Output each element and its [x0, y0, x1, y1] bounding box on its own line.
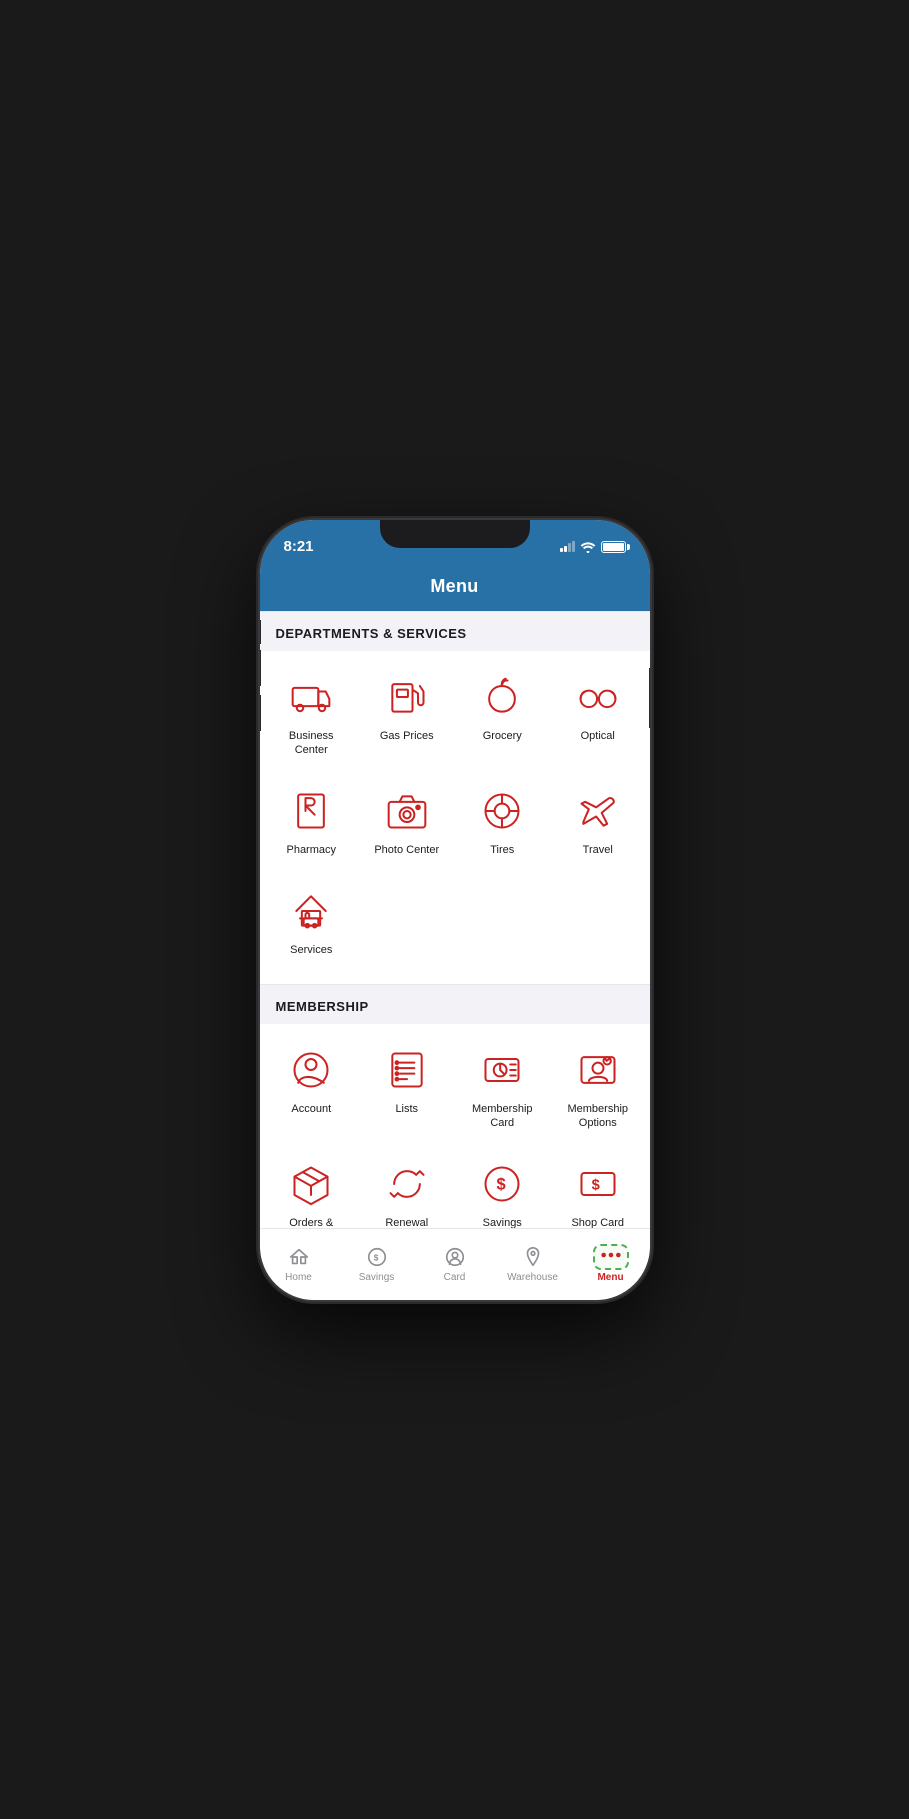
grid-item-tires[interactable]: Tires	[459, 775, 547, 867]
content-scroll[interactable]: DEPARTMENTS & SERVICES BusinessCenter	[260, 611, 650, 1228]
svg-text:$: $	[591, 1178, 599, 1194]
pharmacy-label: Pharmacy	[286, 843, 336, 857]
savings-label: Savings	[483, 1216, 522, 1227]
warehouse-tab-icon	[520, 1244, 546, 1270]
grid-item-grocery[interactable]: Grocery	[459, 661, 547, 768]
renewal-label: Renewal	[385, 1216, 428, 1227]
volume-down-button[interactable]	[260, 695, 261, 731]
grid-item-orders-receipts[interactable]: Orders &Receipts	[268, 1148, 356, 1227]
box-icon	[285, 1158, 337, 1210]
home-car-icon	[285, 885, 337, 937]
plane-icon	[572, 785, 624, 837]
tab-menu[interactable]: Menu	[572, 1229, 650, 1292]
savings-icon: $	[476, 1158, 528, 1210]
apple-icon	[476, 671, 528, 723]
grid-item-optical[interactable]: Optical	[554, 661, 642, 768]
membership-options-label: MembershipOptions	[567, 1102, 628, 1131]
status-icons	[560, 541, 626, 553]
tab-savings[interactable]: $ Savings	[338, 1229, 416, 1292]
list-icon	[381, 1044, 433, 1096]
grid-item-photo-center[interactable]: Photo Center	[363, 775, 451, 867]
grid-item-gas-prices[interactable]: Gas Prices	[363, 661, 451, 768]
renewal-icon	[381, 1158, 433, 1210]
membership-grid: Account	[260, 1024, 650, 1228]
travel-label: Travel	[583, 843, 613, 857]
grid-item-lists[interactable]: Lists	[363, 1034, 451, 1141]
tab-card[interactable]: Card	[416, 1229, 494, 1292]
menu-tab-icon	[598, 1244, 624, 1270]
grid-item-pharmacy[interactable]: Rx Pharmacy	[268, 775, 356, 867]
svg-text:$: $	[497, 1176, 506, 1194]
notch	[380, 520, 530, 548]
membership-card-label: MembershipCard	[472, 1102, 533, 1131]
grid-item-business-center[interactable]: BusinessCenter	[268, 661, 356, 768]
grid-item-account[interactable]: Account	[268, 1034, 356, 1141]
photo-center-label: Photo Center	[374, 843, 439, 857]
business-center-label: BusinessCenter	[289, 729, 334, 758]
glasses-icon	[572, 671, 624, 723]
tab-warehouse[interactable]: Warehouse	[494, 1229, 572, 1292]
section-header-membership: MEMBERSHIP	[260, 984, 650, 1024]
phone-screen: 8:21 Menu DEPARTMENTS & SERVICES	[260, 520, 650, 1300]
phone-frame: 8:21 Menu DEPARTMENTS & SERVICES	[260, 520, 650, 1300]
home-tab-icon	[286, 1244, 312, 1270]
volume-up-button[interactable]	[260, 650, 261, 686]
home-tab-label: Home	[285, 1272, 312, 1283]
grid-item-shop-card-balance[interactable]: $ Shop CardBalance	[554, 1148, 642, 1227]
app-header: Menu	[260, 564, 650, 611]
grid-item-membership-options[interactable]: MembershipOptions	[554, 1034, 642, 1141]
grid-item-services[interactable]: Services	[268, 875, 356, 967]
tire-icon	[476, 785, 528, 837]
truck-icon	[285, 671, 337, 723]
member-card-icon	[476, 1044, 528, 1096]
warehouse-tab-label: Warehouse	[507, 1272, 558, 1283]
wifi-icon	[580, 541, 596, 553]
power-button[interactable]	[649, 668, 650, 728]
departments-grid: BusinessCenter Gas Prices	[260, 651, 650, 984]
section-header-departments: DEPARTMENTS & SERVICES	[260, 611, 650, 651]
tab-bar: Home $ Savings	[260, 1228, 650, 1300]
gas-icon	[381, 671, 433, 723]
member-options-icon	[572, 1044, 624, 1096]
card-tab-icon	[442, 1244, 468, 1270]
optical-label: Optical	[581, 729, 615, 743]
account-icon	[285, 1044, 337, 1096]
savings-tab-icon: $	[364, 1244, 390, 1270]
tab-home[interactable]: Home	[260, 1229, 338, 1292]
battery-icon	[601, 541, 626, 553]
account-label: Account	[291, 1102, 331, 1116]
savings-tab-label: Savings	[359, 1272, 395, 1283]
mute-button[interactable]	[260, 620, 261, 644]
grid-item-travel[interactable]: Travel	[554, 775, 642, 867]
status-time: 8:21	[284, 538, 314, 555]
tires-label: Tires	[490, 843, 514, 857]
grid-item-renewal[interactable]: Renewal	[363, 1148, 451, 1227]
grid-item-savings[interactable]: $ Savings	[459, 1148, 547, 1227]
rx-icon: Rx	[285, 785, 337, 837]
grocery-label: Grocery	[483, 729, 522, 743]
shop-card-balance-label: Shop CardBalance	[571, 1216, 624, 1227]
menu-tab-label: Menu	[597, 1272, 623, 1283]
grid-item-membership-card[interactable]: MembershipCard	[459, 1034, 547, 1141]
signal-icon	[560, 541, 575, 552]
camera-icon	[381, 785, 433, 837]
gas-prices-label: Gas Prices	[380, 729, 434, 743]
services-label: Services	[290, 943, 332, 957]
dots-icon	[600, 1249, 622, 1261]
lists-label: Lists	[395, 1102, 418, 1116]
svg-text:$: $	[373, 1253, 378, 1262]
card-tab-label: Card	[444, 1272, 466, 1283]
shop-card-icon: $	[572, 1158, 624, 1210]
orders-receipts-label: Orders &Receipts	[289, 1216, 333, 1227]
header-title: Menu	[430, 576, 478, 596]
